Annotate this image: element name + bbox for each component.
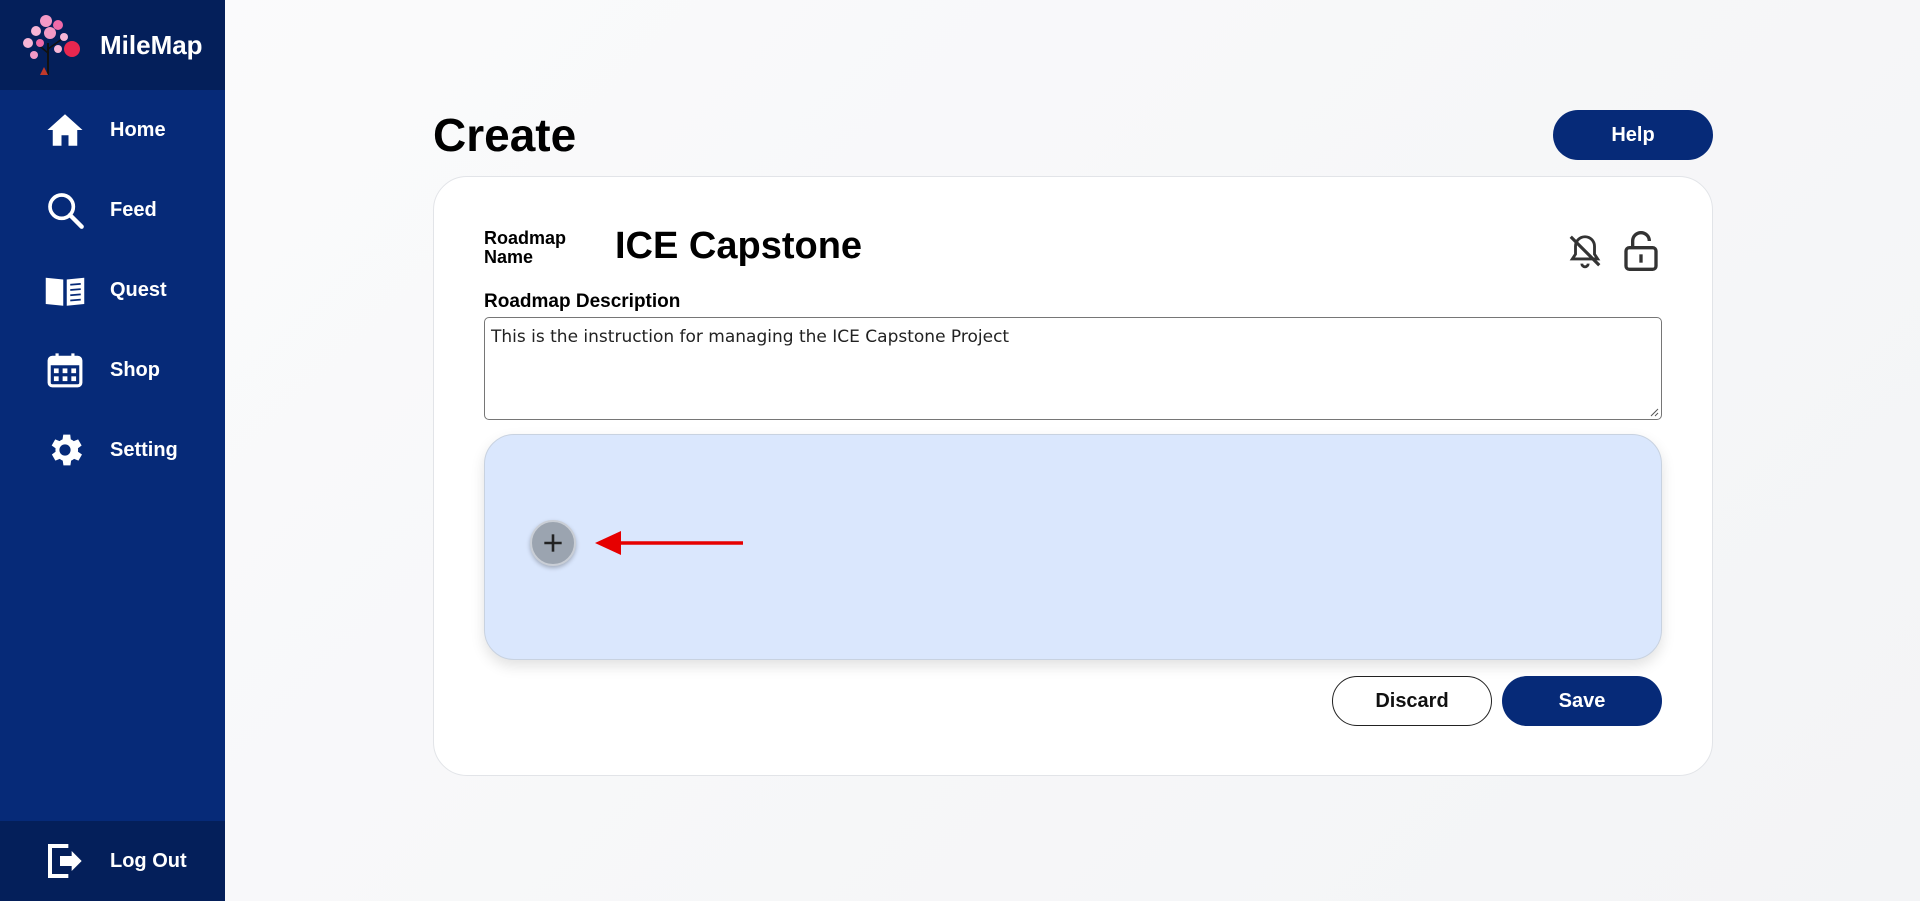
sidebar-item-label: Quest xyxy=(110,278,167,301)
gear-icon xyxy=(44,429,86,471)
brand[interactable]: MileMap xyxy=(0,0,225,90)
sidebar-item-label: Shop xyxy=(110,358,160,381)
sidebar-item-label: Home xyxy=(110,118,166,141)
unlock-icon[interactable] xyxy=(1620,227,1662,275)
logout-icon xyxy=(44,840,86,882)
sidebar-item-shop[interactable]: Shop xyxy=(0,330,225,410)
roadmap-name-label: Roadmap Name xyxy=(484,228,567,267)
resize-handle-icon[interactable] xyxy=(1649,407,1659,417)
sidebar-item-quest[interactable]: Quest xyxy=(0,250,225,330)
brand-name: MileMap xyxy=(100,29,203,60)
roadmap-card: Roadmap Name ICE Capstone Roadmap Descri… xyxy=(433,176,1713,776)
sidebar-item-label: Feed xyxy=(110,198,157,221)
roadmap-description-label: Roadmap Description xyxy=(484,291,681,312)
calendar-icon xyxy=(44,349,86,391)
sidebar-item-setting[interactable]: Setting xyxy=(0,410,225,490)
help-button[interactable]: Help xyxy=(1553,110,1713,160)
add-milestone-button[interactable] xyxy=(530,520,576,566)
book-icon xyxy=(44,269,86,311)
arrow-left-annotation xyxy=(595,531,743,555)
roadmap-name-field[interactable]: ICE Capstone xyxy=(615,225,862,268)
tree-logo-icon xyxy=(23,15,80,75)
search-icon xyxy=(44,189,86,231)
roadmap-description-text: This is the instruction for managing the… xyxy=(491,327,1010,347)
save-button[interactable]: Save xyxy=(1502,676,1662,726)
logout-label: Log Out xyxy=(110,849,187,872)
home-icon xyxy=(44,109,86,151)
sidebar-nav: Home Feed Quest Shop Setting xyxy=(0,90,225,490)
discard-button[interactable]: Discard xyxy=(1332,676,1492,726)
sidebar-item-label: Setting xyxy=(110,438,178,461)
page-title: Create xyxy=(433,109,577,161)
roadmap-description-input[interactable]: This is the instruction for managing the… xyxy=(484,317,1662,420)
sidebar-item-feed[interactable]: Feed xyxy=(0,170,225,250)
roadmap-canvas[interactable] xyxy=(484,434,1662,660)
sidebar-item-home[interactable]: Home xyxy=(0,90,225,170)
logout-button[interactable]: Log Out xyxy=(0,821,225,901)
bell-off-icon[interactable] xyxy=(1564,227,1606,275)
sidebar: MileMap Home Feed Quest Shop Setting Log… xyxy=(0,0,225,901)
plus-icon xyxy=(544,534,562,552)
